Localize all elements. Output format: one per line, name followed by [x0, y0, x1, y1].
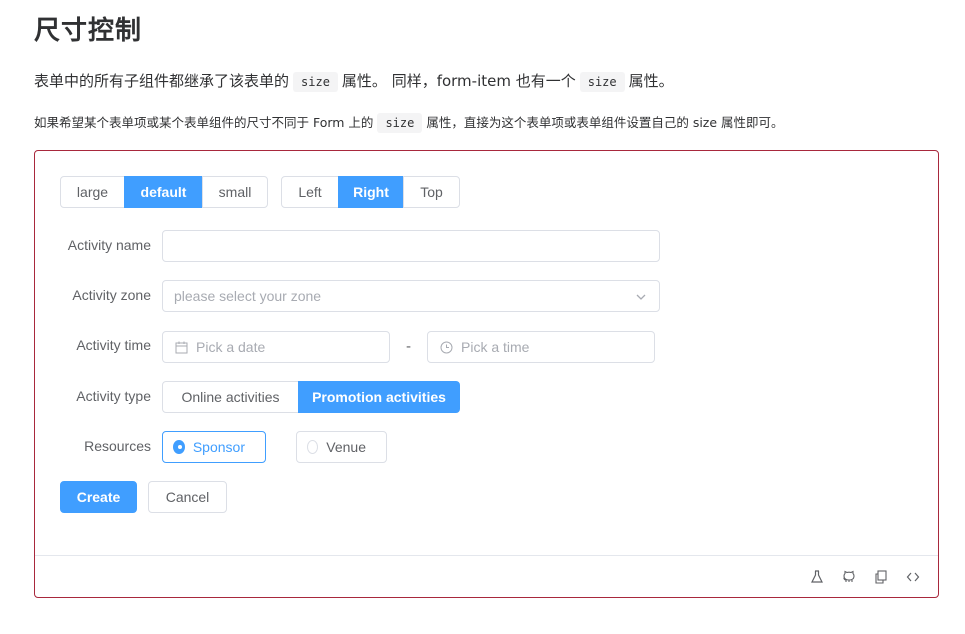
radio-unchecked-icon [307, 440, 319, 454]
flask-icon[interactable] [808, 568, 826, 586]
activity-zone-label: Activity zone [72, 287, 151, 303]
demo-block: large default small Left Right Top Activ… [34, 150, 939, 598]
radio-checked-icon [173, 440, 185, 454]
desc1-text: 属性。 同样，form-item 也有一个 [341, 72, 576, 90]
page-title: 尺寸控制 [34, 16, 143, 46]
desc2-text: 属性，直接为这个表单项或表单组件设置自己的 size 属性即可。 [426, 115, 784, 130]
activity-name-input[interactable] [162, 230, 660, 262]
zone-placeholder: please select your zone [174, 288, 322, 304]
size-code: size [579, 72, 625, 92]
time-separator: - [406, 339, 412, 355]
cancel-button[interactable]: Cancel [148, 481, 227, 513]
size-small-button[interactable]: small [202, 176, 268, 208]
description-line-1: 表单中的所有子组件都继承了该表单的 size 属性。 同样，form-item 也有… [34, 70, 674, 92]
type-promotion-button[interactable]: Promotion activities [298, 381, 460, 413]
position-left-button[interactable]: Left [281, 176, 339, 208]
date-placeholder: Pick a date [196, 339, 266, 355]
resource-sponsor-radio[interactable]: Sponsor [162, 431, 266, 463]
date-picker-input[interactable]: Pick a date [162, 331, 390, 363]
calendar-icon [174, 340, 188, 354]
github-icon[interactable] [840, 568, 858, 586]
activity-type-label: Activity type [76, 388, 151, 404]
resources-label: Resources [84, 438, 151, 454]
size-code: size [293, 72, 338, 92]
description-line-2: 如果希望某个表单项或某个表单组件的尺寸不同于 Form 上的 size 属性，直接为… [34, 112, 784, 134]
time-placeholder: Pick a time [461, 339, 530, 355]
activity-time-label: Activity time [76, 337, 151, 353]
clock-icon [439, 340, 453, 354]
activity-zone-select[interactable]: please select your zone [162, 280, 660, 312]
size-default-button[interactable]: default [124, 176, 203, 208]
code-icon[interactable] [904, 568, 922, 586]
label-position-radio-group: Left Right Top [281, 176, 460, 208]
activity-name-label: Activity name [67, 237, 151, 253]
size-large-button[interactable]: large [60, 176, 125, 208]
create-button[interactable]: Create [60, 481, 137, 513]
desc1-text: 表单中的所有子组件都继承了该表单的 [34, 72, 290, 90]
venue-label: Venue [326, 439, 366, 455]
time-picker-input[interactable]: Pick a time [427, 331, 655, 363]
type-online-button[interactable]: Online activities [162, 381, 299, 413]
desc2-text: 如果希望某个表单项或某个表单组件的尺寸不同于 Form 上的 [34, 115, 374, 130]
resource-venue-radio[interactable]: Venue [296, 431, 387, 463]
demo-footer [35, 555, 938, 597]
size-radio-group: large default small [60, 176, 268, 208]
sponsor-label: Sponsor [192, 439, 245, 455]
position-right-button[interactable]: Right [338, 176, 404, 208]
activity-type-checkbox-group: Online activities Promotion activities [162, 381, 460, 413]
chevron-down-icon [635, 290, 647, 306]
size-code: size [377, 113, 423, 133]
position-top-button[interactable]: Top [403, 176, 460, 208]
copy-icon[interactable] [872, 568, 890, 586]
desc1-text: 属性。 [628, 72, 674, 90]
